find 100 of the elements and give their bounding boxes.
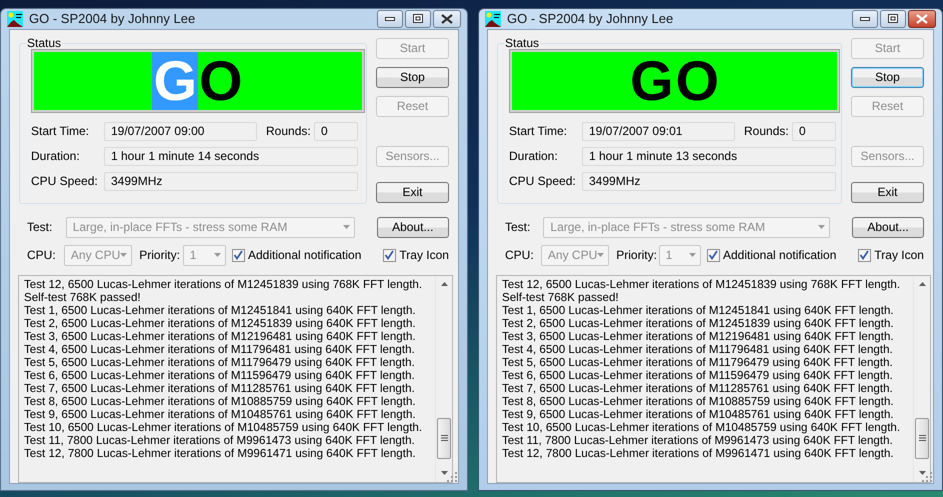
grip-icon	[440, 435, 448, 441]
dropdown-caret-icon	[597, 253, 604, 257]
field-label: Priority:	[139, 247, 181, 264]
check-icon	[859, 250, 870, 260]
scroll-down-icon[interactable]	[918, 471, 926, 475]
log-line: Test 3, 6500 Lucas-Lehmer iterations of M12196481 using 640K FFT length.	[502, 330, 894, 342]
scroll-down-icon[interactable]	[440, 471, 448, 475]
log-line: Test 12, 7800 Lucas-Lehmer iterations of M9961471 using 640K FFT length.	[24, 446, 416, 460]
log-line: Test 9, 6500 Lucas-Lehmer iterations of M10485761 using 640K FFT length.	[502, 408, 894, 420]
field-label: CPU Speed:	[31, 173, 99, 190]
status-letter: G	[628, 52, 674, 110]
checkbox-label: Tray Icon	[874, 247, 924, 264]
field-label: Priority:	[616, 247, 658, 264]
close-icon	[441, 14, 453, 24]
window-title: GO - SP2004 by Johnny Lee	[29, 10, 196, 28]
checkbox[interactable]	[858, 248, 872, 262]
test-dropdown[interactable]: Large, in-place FFTs - stress some RAM	[543, 216, 830, 238]
log-line: Self-test 768K passed!	[502, 290, 619, 304]
test-dropdown[interactable]: Large, in-place FFTs - stress some RAM	[66, 216, 355, 238]
log-line: Test 7, 6500 Lucas-Lehmer iterations of M11285761 using 640K FFT length.	[502, 382, 893, 394]
push-button[interactable]: Stop	[376, 66, 449, 88]
resize-grip-icon[interactable]	[447, 472, 457, 482]
field-label: Rounds:	[744, 123, 790, 140]
log-line: Test 9, 6500 Lucas-Lehmer iterations of M10485761 using 640K FFT length.	[24, 408, 416, 420]
check-icon	[708, 250, 719, 260]
push-button[interactable]: Exit	[376, 182, 449, 202]
close-button[interactable]	[433, 10, 461, 28]
log-line: Test 1, 6500 Lucas-Lehmer iterations of M12451841 using 640K FFT length.	[502, 304, 894, 316]
log-line: Test 12, 6500 Lucas-Lehmer iterations of M12451839 using 768K FFT length.	[24, 278, 422, 290]
status-letter: O	[674, 52, 720, 110]
status-letter: O	[198, 52, 244, 110]
field-label: Test:	[27, 219, 54, 236]
log-line: Test 5, 6500 Lucas-Lehmer iterations of M11796479 using 640K FFT length.	[24, 356, 415, 368]
log-line: Test 2, 6500 Lucas-Lehmer iterations of M12451839 using 640K FFT length.	[502, 316, 894, 330]
field-label: Start Time:	[509, 123, 568, 140]
close-button[interactable]	[908, 10, 936, 28]
log-line: Test 12, 6500 Lucas-Lehmer iterations of M12451839 using 768K FFT length.	[502, 278, 900, 290]
log-line: Test 5, 6500 Lucas-Lehmer iterations of M11796479 using 640K FFT length.	[502, 356, 893, 368]
dropdown-caret-icon	[688, 253, 696, 257]
readout-field: 0	[792, 122, 836, 140]
checkbox[interactable]	[706, 248, 720, 262]
push-button[interactable]: Exit	[851, 182, 924, 202]
priority-dropdown[interactable]: 1	[658, 244, 701, 266]
cpu-dropdown[interactable]: Any CPU	[64, 244, 132, 266]
window-title: GO - SP2004 by Johnny Lee	[507, 10, 674, 28]
field-label: Test:	[505, 219, 532, 236]
log-line: Test 10, 6500 Lucas-Lehmer iterations of M10485759 using 640K FFT length.	[24, 420, 422, 434]
close-icon	[916, 14, 928, 24]
push-button[interactable]: About...	[852, 216, 924, 238]
field-label: Rounds:	[266, 123, 312, 140]
scroll-up-icon[interactable]	[440, 282, 448, 286]
scrollbar[interactable]	[435, 276, 452, 482]
dropdown-caret-icon	[214, 253, 221, 257]
scrollbar-thumb[interactable]	[437, 418, 451, 458]
log-line: Test 11, 7800 Lucas-Lehmer iterations of M9961473 using 640K FFT length.	[24, 434, 415, 446]
priority-dropdown[interactable]: 1	[182, 244, 226, 266]
resize-grip-icon[interactable]	[922, 472, 932, 482]
maximize-button[interactable]	[405, 10, 431, 28]
field-label: Start Time:	[31, 123, 90, 140]
app-icon	[485, 10, 501, 27]
group-label: Status	[26, 36, 62, 50]
maximize-icon	[888, 14, 898, 24]
log-line: Test 3, 6500 Lucas-Lehmer iterations of M12196481 using 640K FFT length.	[24, 330, 416, 342]
scrollbar-thumb[interactable]	[915, 418, 929, 458]
maximize-button[interactable]	[880, 10, 906, 28]
log-line: Test 1, 6500 Lucas-Lehmer iterations of M12451841 using 640K FFT length.	[24, 304, 416, 316]
cpu-dropdown[interactable]: Any CPU	[540, 244, 610, 266]
log-line: Test 12, 7800 Lucas-Lehmer iterations of M9961471 using 640K FFT length.	[502, 446, 894, 460]
dropdown-caret-icon	[120, 253, 128, 257]
checkbox-label: Additional notification	[722, 247, 836, 264]
field-label: CPU:	[27, 247, 57, 264]
minimize-icon	[385, 16, 395, 21]
minimize-icon	[860, 16, 870, 21]
dropdown-caret-icon	[342, 225, 350, 229]
scrollbar[interactable]	[913, 276, 930, 482]
log-line: Self-test 768K passed!	[24, 290, 141, 304]
check-icon	[232, 250, 244, 260]
log-line: Test 8, 6500 Lucas-Lehmer iterations of M10885759 using 640K FFT length.	[502, 394, 894, 408]
field-label: CPU:	[505, 247, 535, 264]
check-icon	[384, 250, 396, 260]
readout-field: 3499MHz	[104, 172, 358, 190]
field-label: Duration:	[509, 148, 559, 165]
field-label: CPU Speed:	[509, 173, 577, 190]
log-line: Test 10, 6500 Lucas-Lehmer iterations of M10485759 using 640K FFT length.	[502, 420, 900, 434]
minimize-button[interactable]	[377, 10, 403, 28]
push-button[interactable]: Stop	[851, 66, 924, 88]
field-label: Duration:	[31, 148, 81, 165]
log-line: Test 8, 6500 Lucas-Lehmer iterations of M10885759 using 640K FFT length.	[24, 394, 416, 408]
checkbox[interactable]	[383, 248, 396, 262]
checkbox-label: Additional notification	[248, 247, 362, 264]
readout-field: 3499MHz	[582, 172, 836, 190]
minimize-button[interactable]	[852, 10, 878, 28]
log-line: Test 11, 7800 Lucas-Lehmer iterations of M9961473 using 640K FFT length.	[502, 434, 893, 446]
maximize-icon	[413, 14, 423, 24]
push-button[interactable]: About...	[376, 216, 449, 238]
readout-field: 19/07/2007 09:00	[104, 122, 257, 140]
scroll-up-icon[interactable]	[918, 282, 926, 286]
readout-field: 1 hour 1 minute 14 seconds	[104, 146, 358, 166]
checkbox[interactable]	[232, 248, 245, 262]
readout-field: 0	[314, 122, 358, 140]
